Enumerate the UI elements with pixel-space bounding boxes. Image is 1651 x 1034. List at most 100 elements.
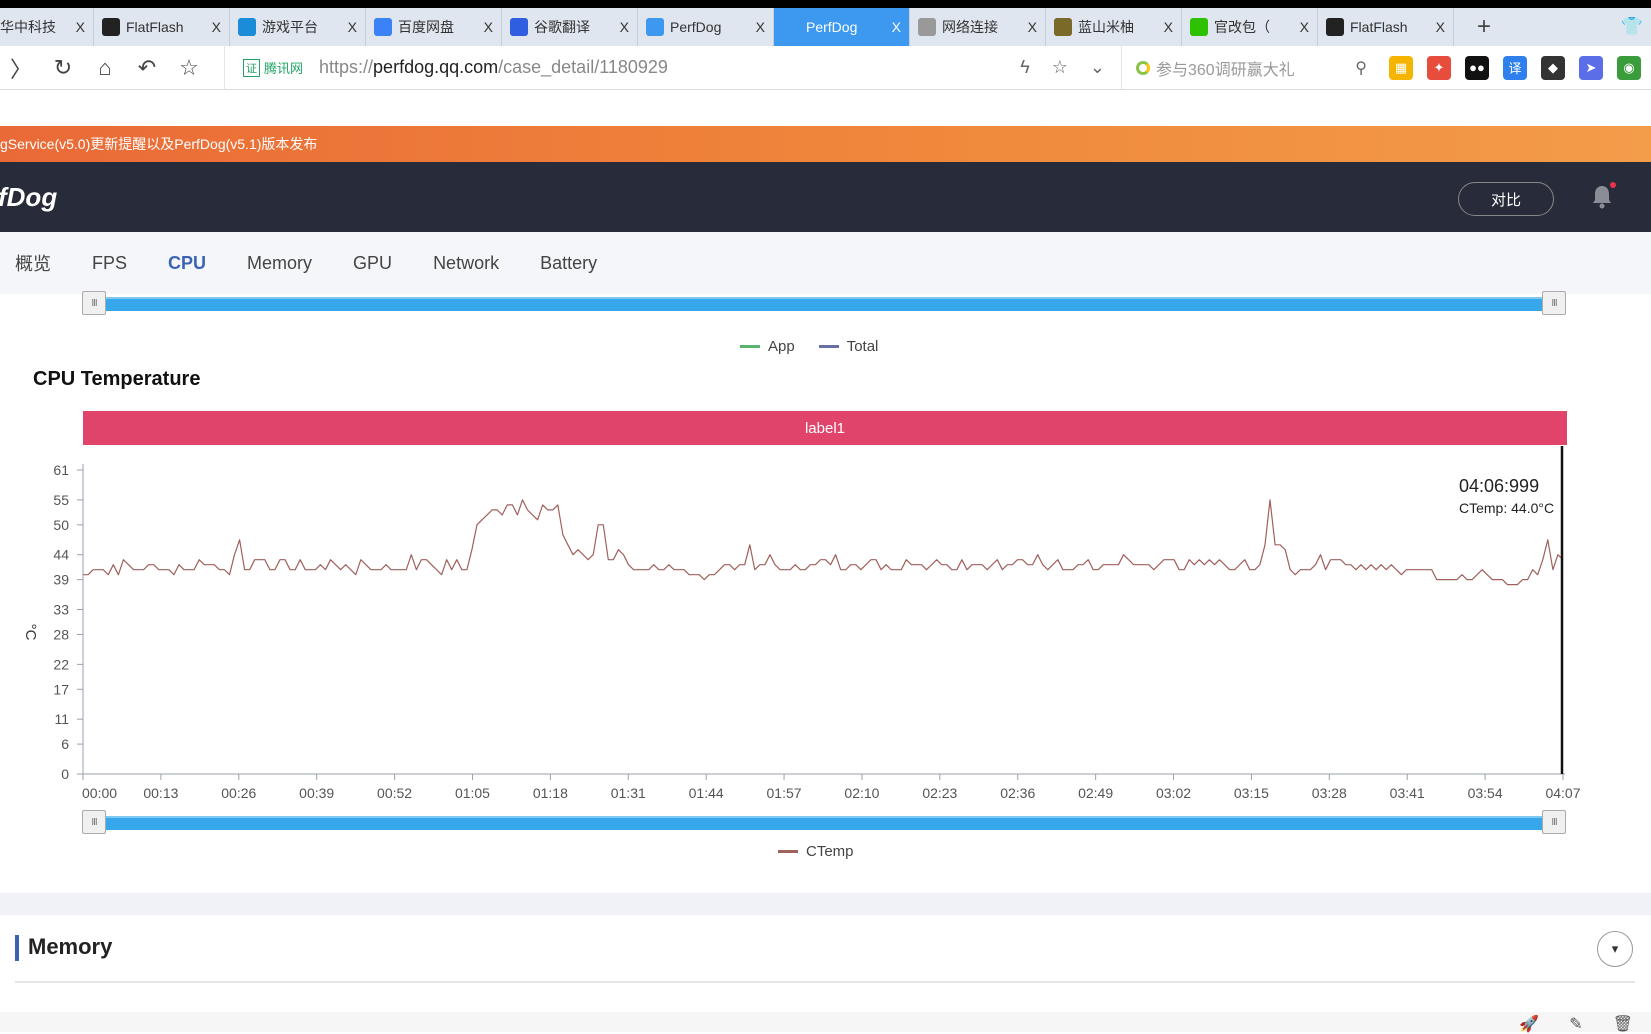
search-box[interactable]: 参与360调研赢大礼 ⚲	[1121, 45, 1379, 90]
cpu-temperature-title: CPU Temperature	[33, 368, 201, 390]
close-tab-icon[interactable]: X	[892, 19, 901, 35]
globe-ext-icon[interactable]: ◉	[1617, 55, 1641, 80]
tab-label: 华中科技	[0, 19, 56, 35]
announcement-text[interactable]: gService(v5.0)更新提醒以及PerfDog(v5.1)版本发布	[0, 134, 317, 154]
tab-memory[interactable]: Memory	[247, 253, 312, 274]
bookmark-star-button[interactable]: ☆	[168, 55, 210, 81]
tab-label: FlatFlash	[1350, 19, 1408, 35]
memory-section	[0, 915, 1651, 985]
metric-tabs: 概览 FPS CPU Memory GPU Network Battery	[0, 232, 1651, 294]
browser-tab[interactable]: 官改包（ X	[1182, 8, 1318, 46]
app-header: fDog 对比	[0, 162, 1651, 232]
browser-tab[interactable]: PerfDog X	[638, 8, 774, 46]
bottom-toolbar	[0, 1012, 1651, 1032]
legend-label-total[interactable]: Total	[847, 338, 879, 355]
browser-tab-bar: 华中科技 X FlatFlash X 游戏平台 X 百度网盘 X 谷歌翻译 X PerfDog X Pe…	[0, 8, 1651, 46]
browser-tab[interactable]: FlatFlash X	[1318, 8, 1454, 46]
slider-left-handle[interactable]: III	[82, 810, 106, 834]
edit-icon[interactable]: ✎	[1569, 1014, 1582, 1034]
close-tab-icon[interactable]: X	[348, 19, 357, 35]
label-band[interactable]: label1	[83, 411, 1567, 445]
window-top-strip	[0, 0, 1651, 8]
home-button[interactable]: ⌂	[84, 55, 126, 81]
notification-dot	[1610, 182, 1616, 188]
dropdown-chevron-icon[interactable]: ⌄	[1090, 57, 1105, 78]
legend-swatch-app	[740, 345, 760, 348]
perfdog-icon	[646, 18, 664, 36]
lightning-icon[interactable]: ϟ	[1020, 57, 1030, 78]
browser-tab[interactable]: 百度网盘 X	[366, 8, 502, 46]
tab-fps[interactable]: FPS	[92, 253, 127, 274]
forward-button[interactable]: 〉	[0, 52, 42, 84]
bottom-toolbar-icons: 🚀 ✎ 🗑	[1519, 1014, 1633, 1034]
certificate-label: 腾讯网	[264, 61, 304, 76]
wechat-icon	[1190, 18, 1208, 36]
cpu-usage-zoom-slider[interactable]: III III	[82, 291, 1566, 315]
tab-label: 百度网盘	[398, 19, 454, 35]
browser-tab[interactable]: 华中科技 X	[0, 8, 94, 46]
close-tab-icon[interactable]: X	[212, 19, 221, 35]
tab-label: 网络连接	[942, 19, 998, 35]
tab-cpu[interactable]: CPU	[168, 253, 206, 274]
address-bar: 〉 ↻ ⌂ ↶ ☆ 证 腾讯网 https://perfdog.qq.com/c…	[0, 45, 1651, 90]
new-tab-button[interactable]: +	[1454, 8, 1514, 46]
tab-battery[interactable]: Battery	[540, 253, 597, 274]
tab-gpu[interactable]: GPU	[353, 253, 392, 274]
skin-icon[interactable]: 👕	[1621, 16, 1643, 37]
compare-button[interactable]: 对比	[1458, 182, 1554, 216]
close-tab-icon[interactable]: X	[1436, 19, 1445, 35]
notification-bell-icon[interactable]	[1590, 182, 1616, 210]
rocket-icon[interactable]: 🚀	[1519, 1014, 1539, 1034]
announcement-banner[interactable]: gService(v5.0)更新提醒以及PerfDog(v5.1)版本发布	[0, 126, 1651, 162]
cpu-panel	[0, 294, 1651, 859]
url-text[interactable]: https://perfdog.qq.com/case_detail/11809…	[319, 57, 668, 78]
close-tab-icon[interactable]: X	[756, 19, 765, 35]
close-tab-icon[interactable]: X	[1300, 19, 1309, 35]
tooltip-value: CTemp: 44.0°C	[1459, 500, 1555, 516]
tab-概览[interactable]: 概览	[15, 250, 51, 276]
close-tab-icon[interactable]: X	[76, 19, 85, 35]
close-tab-icon[interactable]: X	[1028, 19, 1037, 35]
refresh-button[interactable]: ↻	[42, 55, 84, 81]
game-ext-icon[interactable]: ✦	[1427, 55, 1451, 80]
close-tab-icon[interactable]: X	[620, 19, 629, 35]
tab-label: PerfDog	[670, 19, 722, 35]
browser-tab[interactable]: FlatFlash X	[94, 8, 230, 46]
tab-network[interactable]: Network	[433, 253, 499, 274]
perfdog-logo[interactable]: fDog	[0, 182, 57, 213]
legend-label-app[interactable]: App	[768, 338, 795, 355]
trash-icon[interactable]: 🗑	[1613, 1014, 1633, 1034]
url-field[interactable]: 证 腾讯网 https://perfdog.qq.com/case_detail…	[224, 45, 1020, 90]
favorite-star-icon[interactable]: ☆	[1052, 57, 1068, 78]
apps-ext-icon[interactable]: ▦	[1389, 55, 1413, 80]
search-icon[interactable]: ⚲	[1355, 58, 1367, 78]
slider-right-handle[interactable]: III	[1542, 810, 1566, 834]
section-divider	[0, 893, 1651, 915]
browser-tab[interactable]: 谷歌翻译 X	[502, 8, 638, 46]
browser-tab[interactable]: PerfDog X	[774, 8, 910, 46]
undo-button[interactable]: ↶	[126, 55, 168, 81]
browser-tab[interactable]: 蓝山米柚 X	[1046, 8, 1182, 46]
cpu-temp-zoom-slider[interactable]: III III	[82, 810, 1566, 834]
tab-label: 游戏平台	[262, 19, 318, 35]
translate-ext-icon[interactable]: 译	[1503, 55, 1527, 80]
flatflash-icon	[1326, 18, 1344, 36]
cpu-usage-legend: App Total	[740, 338, 894, 355]
legend-label-ctemp[interactable]: CTemp	[806, 843, 854, 860]
close-tab-icon[interactable]: X	[1164, 19, 1173, 35]
slider-right-handle[interactable]: III	[1542, 291, 1566, 315]
browser-tab[interactable]: 游戏平台 X	[230, 8, 366, 46]
flatflash-icon	[102, 18, 120, 36]
swift-ext-icon[interactable]: ➤	[1579, 55, 1603, 80]
browser-tab[interactable]: 网络连接 X	[910, 8, 1046, 46]
media-ext-icon[interactable]: ●●	[1465, 55, 1489, 80]
close-tab-icon[interactable]: X	[484, 19, 493, 35]
slider-track[interactable]	[88, 297, 1560, 311]
memory-expand-toggle[interactable]: ▾	[1597, 931, 1633, 967]
slider-track[interactable]	[88, 816, 1560, 830]
baidu-paw-icon	[510, 18, 528, 36]
evernote-ext-icon[interactable]: ◆	[1541, 55, 1565, 80]
document-icon	[918, 18, 936, 36]
memory-section-accent	[15, 935, 19, 961]
slider-left-handle[interactable]: III	[82, 291, 106, 315]
